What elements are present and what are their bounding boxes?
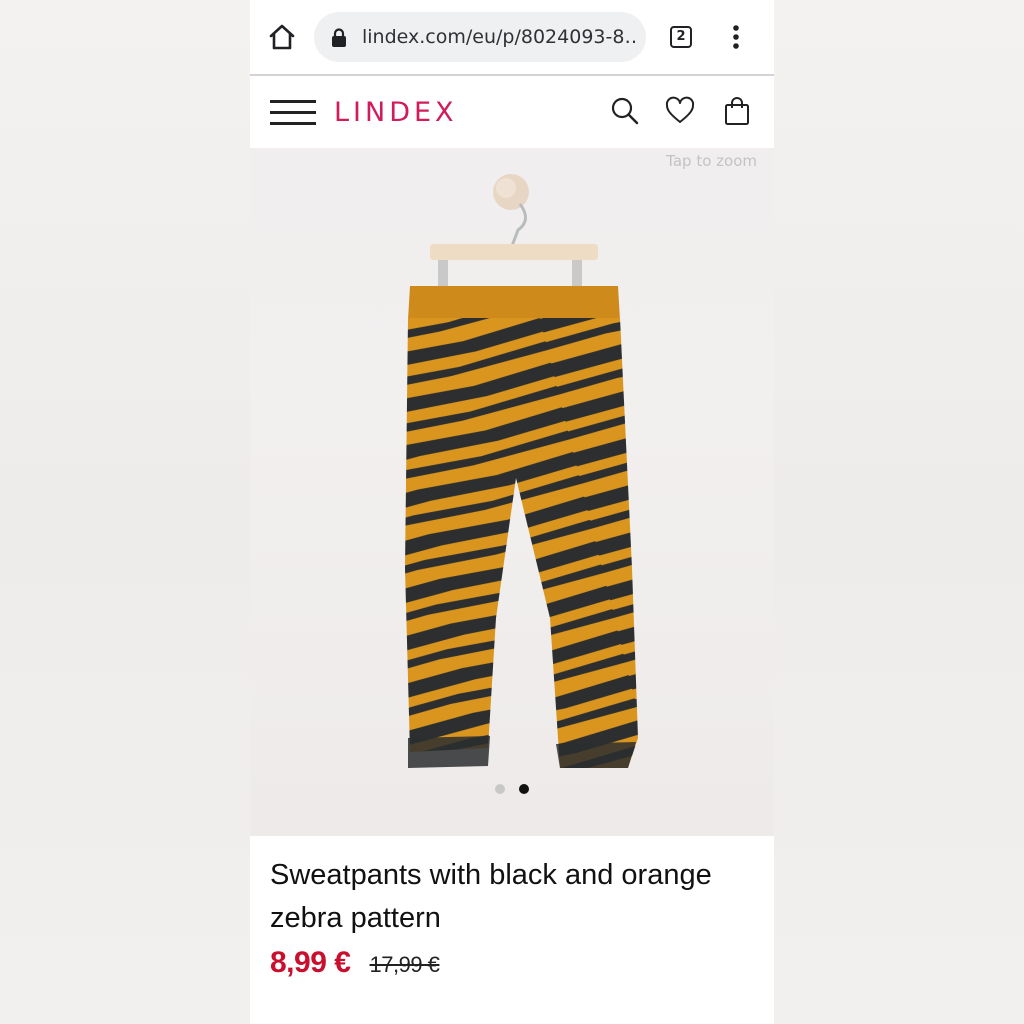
heart-icon[interactable] bbox=[665, 96, 695, 126]
lock-icon bbox=[332, 28, 346, 47]
phone-screen: lindex.com/eu/p/8024093-8… 2 LINDEX Tap … bbox=[250, 0, 774, 1024]
site-header: LINDEX bbox=[250, 76, 774, 148]
bag-icon[interactable] bbox=[722, 96, 752, 126]
search-icon[interactable] bbox=[610, 96, 640, 126]
tab-switcher-button[interactable]: 2 bbox=[670, 26, 692, 48]
more-vert-icon[interactable] bbox=[732, 24, 740, 50]
pagination-dot[interactable] bbox=[495, 784, 505, 794]
product-info: Sweatpants with black and orange zebra p… bbox=[250, 836, 774, 1024]
backdrop-left bbox=[0, 0, 250, 1024]
address-bar[interactable]: lindex.com/eu/p/8024093-8… bbox=[314, 12, 646, 62]
pagination-dot-active[interactable] bbox=[519, 784, 529, 794]
home-icon[interactable] bbox=[267, 22, 297, 52]
brand-logo[interactable]: LINDEX bbox=[334, 96, 458, 130]
backdrop-right bbox=[774, 0, 1024, 1024]
product-title: Sweatpants with black and orange zebra p… bbox=[270, 859, 712, 934]
product-image[interactable]: Tap to zoom bbox=[250, 148, 774, 836]
price-current: 8,99 € bbox=[270, 946, 351, 979]
pants-photo bbox=[405, 174, 638, 768]
browser-toolbar: lindex.com/eu/p/8024093-8… 2 bbox=[250, 0, 774, 74]
price-original: 17,99 € bbox=[369, 952, 440, 977]
price-row: 8,99 € 17,99 € bbox=[270, 946, 440, 980]
menu-icon[interactable] bbox=[270, 100, 316, 126]
url-text: lindex.com/eu/p/8024093-8… bbox=[362, 26, 638, 48]
